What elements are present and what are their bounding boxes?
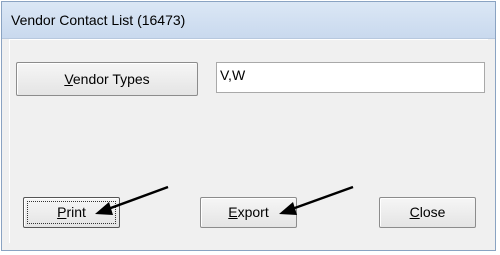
vendor-types-field[interactable]: V,W xyxy=(216,62,485,93)
export-button-label: Export xyxy=(228,204,269,220)
window-title: Vendor Contact List (16473) xyxy=(11,12,186,28)
print-button-focus-ring xyxy=(27,201,116,224)
export-button[interactable]: Export xyxy=(200,197,297,228)
close-button-label: Close xyxy=(409,204,446,220)
vendor-types-button[interactable]: Vendor Types xyxy=(16,62,198,96)
title-bar[interactable]: Vendor Contact List (16473) xyxy=(2,2,495,39)
vendor-types-button-label: Vendor Types xyxy=(64,71,150,87)
close-button[interactable]: Close xyxy=(379,197,476,228)
print-button[interactable]: Print xyxy=(23,197,120,228)
